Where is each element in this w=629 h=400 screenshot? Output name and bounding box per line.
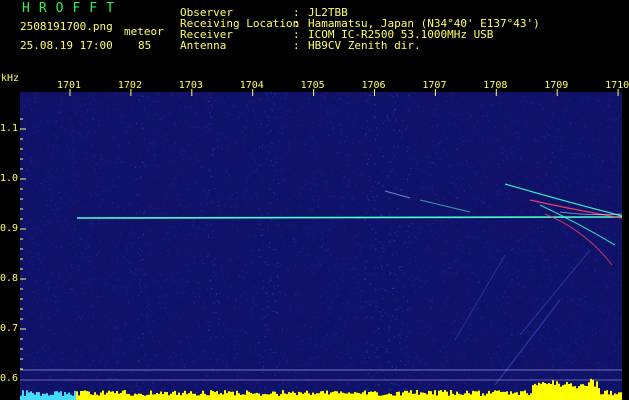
y-tick-label: 0.9 [0,223,19,234]
x-tick-label: 1708 [483,80,508,91]
spectrogram [20,89,624,400]
x-tick-label: 1707 [422,80,447,91]
y-tick-label: 1.1 [0,123,19,134]
carrier-trace [76,216,623,219]
x-tick-label: 1706 [361,80,386,91]
x-tick-label: 1701 [57,80,82,91]
x-tick-label: 1703 [178,80,203,91]
x-tick-label: 1710 [605,80,629,91]
y-tick-label: 0.6 [0,373,19,384]
x-tick-label: 1704 [239,80,264,91]
y-tick-label: 1.0 [0,173,19,184]
x-tick-label: 1705 [300,80,325,91]
x-tick-label: 1702 [117,80,142,91]
y-tick-label: 0.7 [0,323,19,334]
y-tick-label: 0.8 [0,273,19,284]
spectrogram-background [20,92,622,400]
x-tick-label: 1709 [544,80,569,91]
